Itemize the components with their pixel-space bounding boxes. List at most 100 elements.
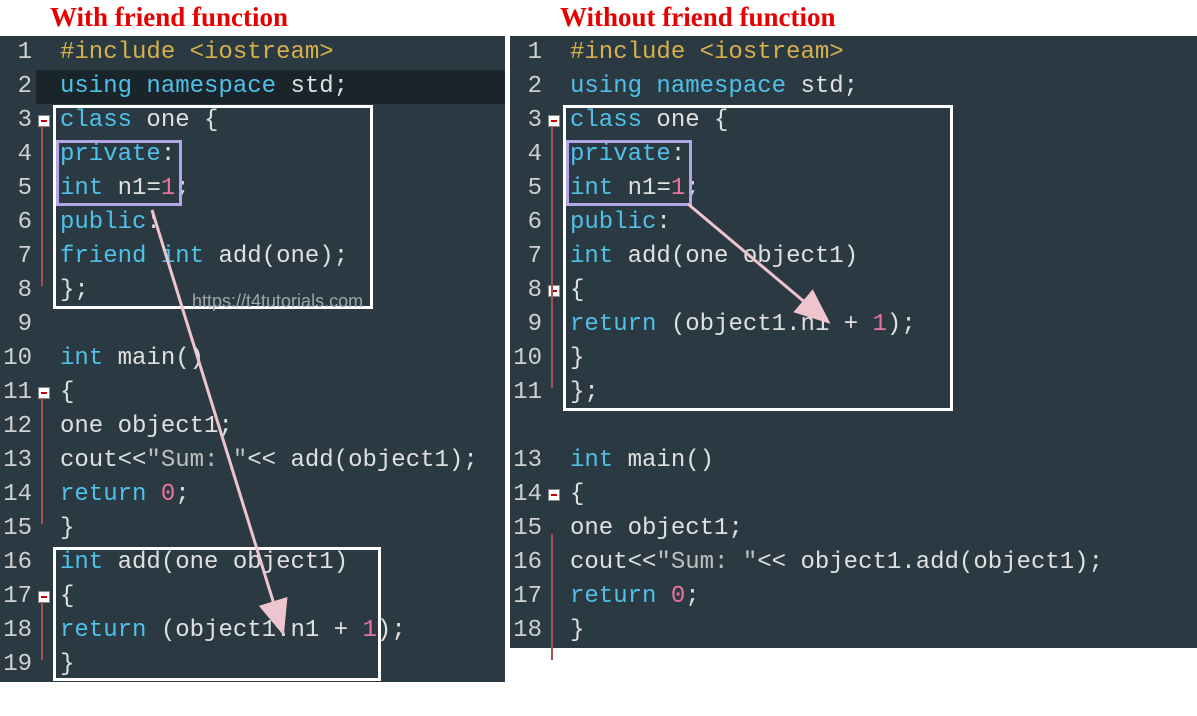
code-content[interactable]: { [52,376,74,410]
code-content[interactable]: } [562,614,584,648]
line-number: 14 [0,478,36,512]
code-line[interactable]: 4private: [510,138,1197,172]
code-content[interactable]: { [562,274,584,308]
code-content[interactable]: one object1; [562,512,743,546]
line-number: 10 [510,342,546,376]
code-content[interactable]: using namespace std; [52,70,348,104]
code-content[interactable]: public: [562,206,671,240]
code-line[interactable]: 11}; [510,376,1197,410]
code-content[interactable]: class one { [52,104,218,138]
code-line[interactable]: 6public: [510,206,1197,240]
code-content[interactable]: } [562,342,584,376]
code-line[interactable]: 10int main() [0,342,505,376]
code-content[interactable]: } [52,648,74,682]
code-line[interactable]: 7 friend int add(one); [0,240,505,274]
fold-icon[interactable] [38,387,50,399]
code-line[interactable]: 5int n1=1; [510,172,1197,206]
left-title: With friend function [50,2,505,33]
code-content[interactable]: public: [52,206,161,240]
right-panel: Without friend function 1#include <iostr… [510,0,1197,648]
fold-gutter[interactable] [36,580,52,614]
line-number: 8 [510,274,546,308]
code-line[interactable]: 2using namespace std; [510,70,1197,104]
code-content[interactable]: class one { [562,104,728,138]
code-content[interactable]: { [52,580,74,614]
code-line[interactable]: 13 cout<<"Sum: "<< add(object1); [0,444,505,478]
code-line[interactable]: 17return 0; [510,580,1197,614]
line-number: 7 [510,240,546,274]
code-content[interactable]: return (object1.n1 + 1); [562,308,916,342]
code-line[interactable]: 18return (object1.n1 + 1); [0,614,505,648]
code-line[interactable]: 15 one object1; [510,512,1197,546]
code-editor-left[interactable]: https://t4tutorials.com 1#include <iostr… [0,36,505,682]
fold-gutter [36,172,52,206]
code-line[interactable]: 4private: [0,138,505,172]
code-line[interactable]: 17 { [0,580,505,614]
code-content[interactable]: one object1; [52,410,233,444]
code-line[interactable]: 7 int add(one object1) [510,240,1197,274]
fold-gutter[interactable] [546,274,562,308]
code-line[interactable]: 14{ [510,478,1197,512]
line-number: 7 [0,240,36,274]
code-content[interactable]: }; [52,274,89,308]
line-number: 15 [510,512,546,546]
fold-icon[interactable] [548,285,560,297]
fold-icon[interactable] [38,115,50,127]
code-content[interactable]: return 0; [562,580,700,614]
code-content[interactable]: int add(one object1) [562,240,858,274]
line-number: 13 [0,444,36,478]
code-content[interactable]: using namespace std; [562,70,858,104]
fold-gutter [546,614,562,648]
fold-icon[interactable] [38,591,50,603]
code-content[interactable]: int add(one object1) [52,546,348,580]
code-content[interactable]: }; [562,376,599,410]
fold-icon[interactable] [548,489,560,501]
fold-gutter [36,206,52,240]
code-content[interactable]: } [52,512,74,546]
code-line[interactable]: 13int main() [510,444,1197,478]
code-line[interactable]: 9return (object1.n1 + 1); [510,308,1197,342]
code-content[interactable]: int main() [52,342,204,376]
code-line[interactable]: 11{ [0,376,505,410]
code-content[interactable]: cout<<"Sum: "<< add(object1); [52,444,478,478]
code-line[interactable]: 12one object1; [0,410,505,444]
fold-gutter [36,444,52,478]
code-content[interactable]: int n1=1; [562,172,700,206]
code-content[interactable]: friend int add(one); [52,240,348,274]
code-content[interactable]: return 0; [52,478,190,512]
code-line[interactable]: 16cout<<"Sum: "<< object1.add(object1); [510,546,1197,580]
code-content[interactable]: #include <iostream> [52,36,334,70]
code-content[interactable]: int main() [562,444,714,478]
code-editor-right[interactable]: 1 #include <iostream>2using namespace std… [510,36,1197,648]
fold-gutter[interactable] [36,104,52,138]
code-line[interactable]: 18} [510,614,1197,648]
code-content[interactable]: #include <iostream> [562,36,844,70]
code-line[interactable]: 16int add(one object1) [0,546,505,580]
fold-gutter [36,240,52,274]
code-line[interactable]: 14 return 0; [0,478,505,512]
code-content[interactable]: return (object1.n1 + 1); [52,614,406,648]
code-content[interactable]: cout<<"Sum: "<< object1.add(object1); [562,546,1103,580]
fold-gutter[interactable] [36,376,52,410]
code-line[interactable]: 8{ [510,274,1197,308]
code-line[interactable]: 1 #include <iostream> [510,36,1197,70]
line-number: 3 [510,104,546,138]
code-line[interactable]: 3class one { [0,104,505,138]
code-line[interactable]: 5int n1=1; [0,172,505,206]
code-line[interactable]: 6public: [0,206,505,240]
code-content[interactable]: int n1=1; [52,172,190,206]
code-line[interactable]: 19} [0,648,505,682]
fold-icon[interactable] [548,115,560,127]
code-line[interactable]: 3 class one { [510,104,1197,138]
fold-gutter[interactable] [546,104,562,138]
code-content[interactable]: private: [562,138,685,172]
code-line[interactable]: 15} [0,512,505,546]
line-number: 17 [0,580,36,614]
code-content[interactable]: { [562,478,584,512]
code-line[interactable]: 10} [510,342,1197,376]
code-line[interactable]: 1#include <iostream> [0,36,505,70]
code-line[interactable]: 2using namespace std; [0,70,505,104]
line-number: 1 [510,36,546,70]
fold-gutter[interactable] [546,478,562,512]
code-content[interactable]: private: [52,138,175,172]
